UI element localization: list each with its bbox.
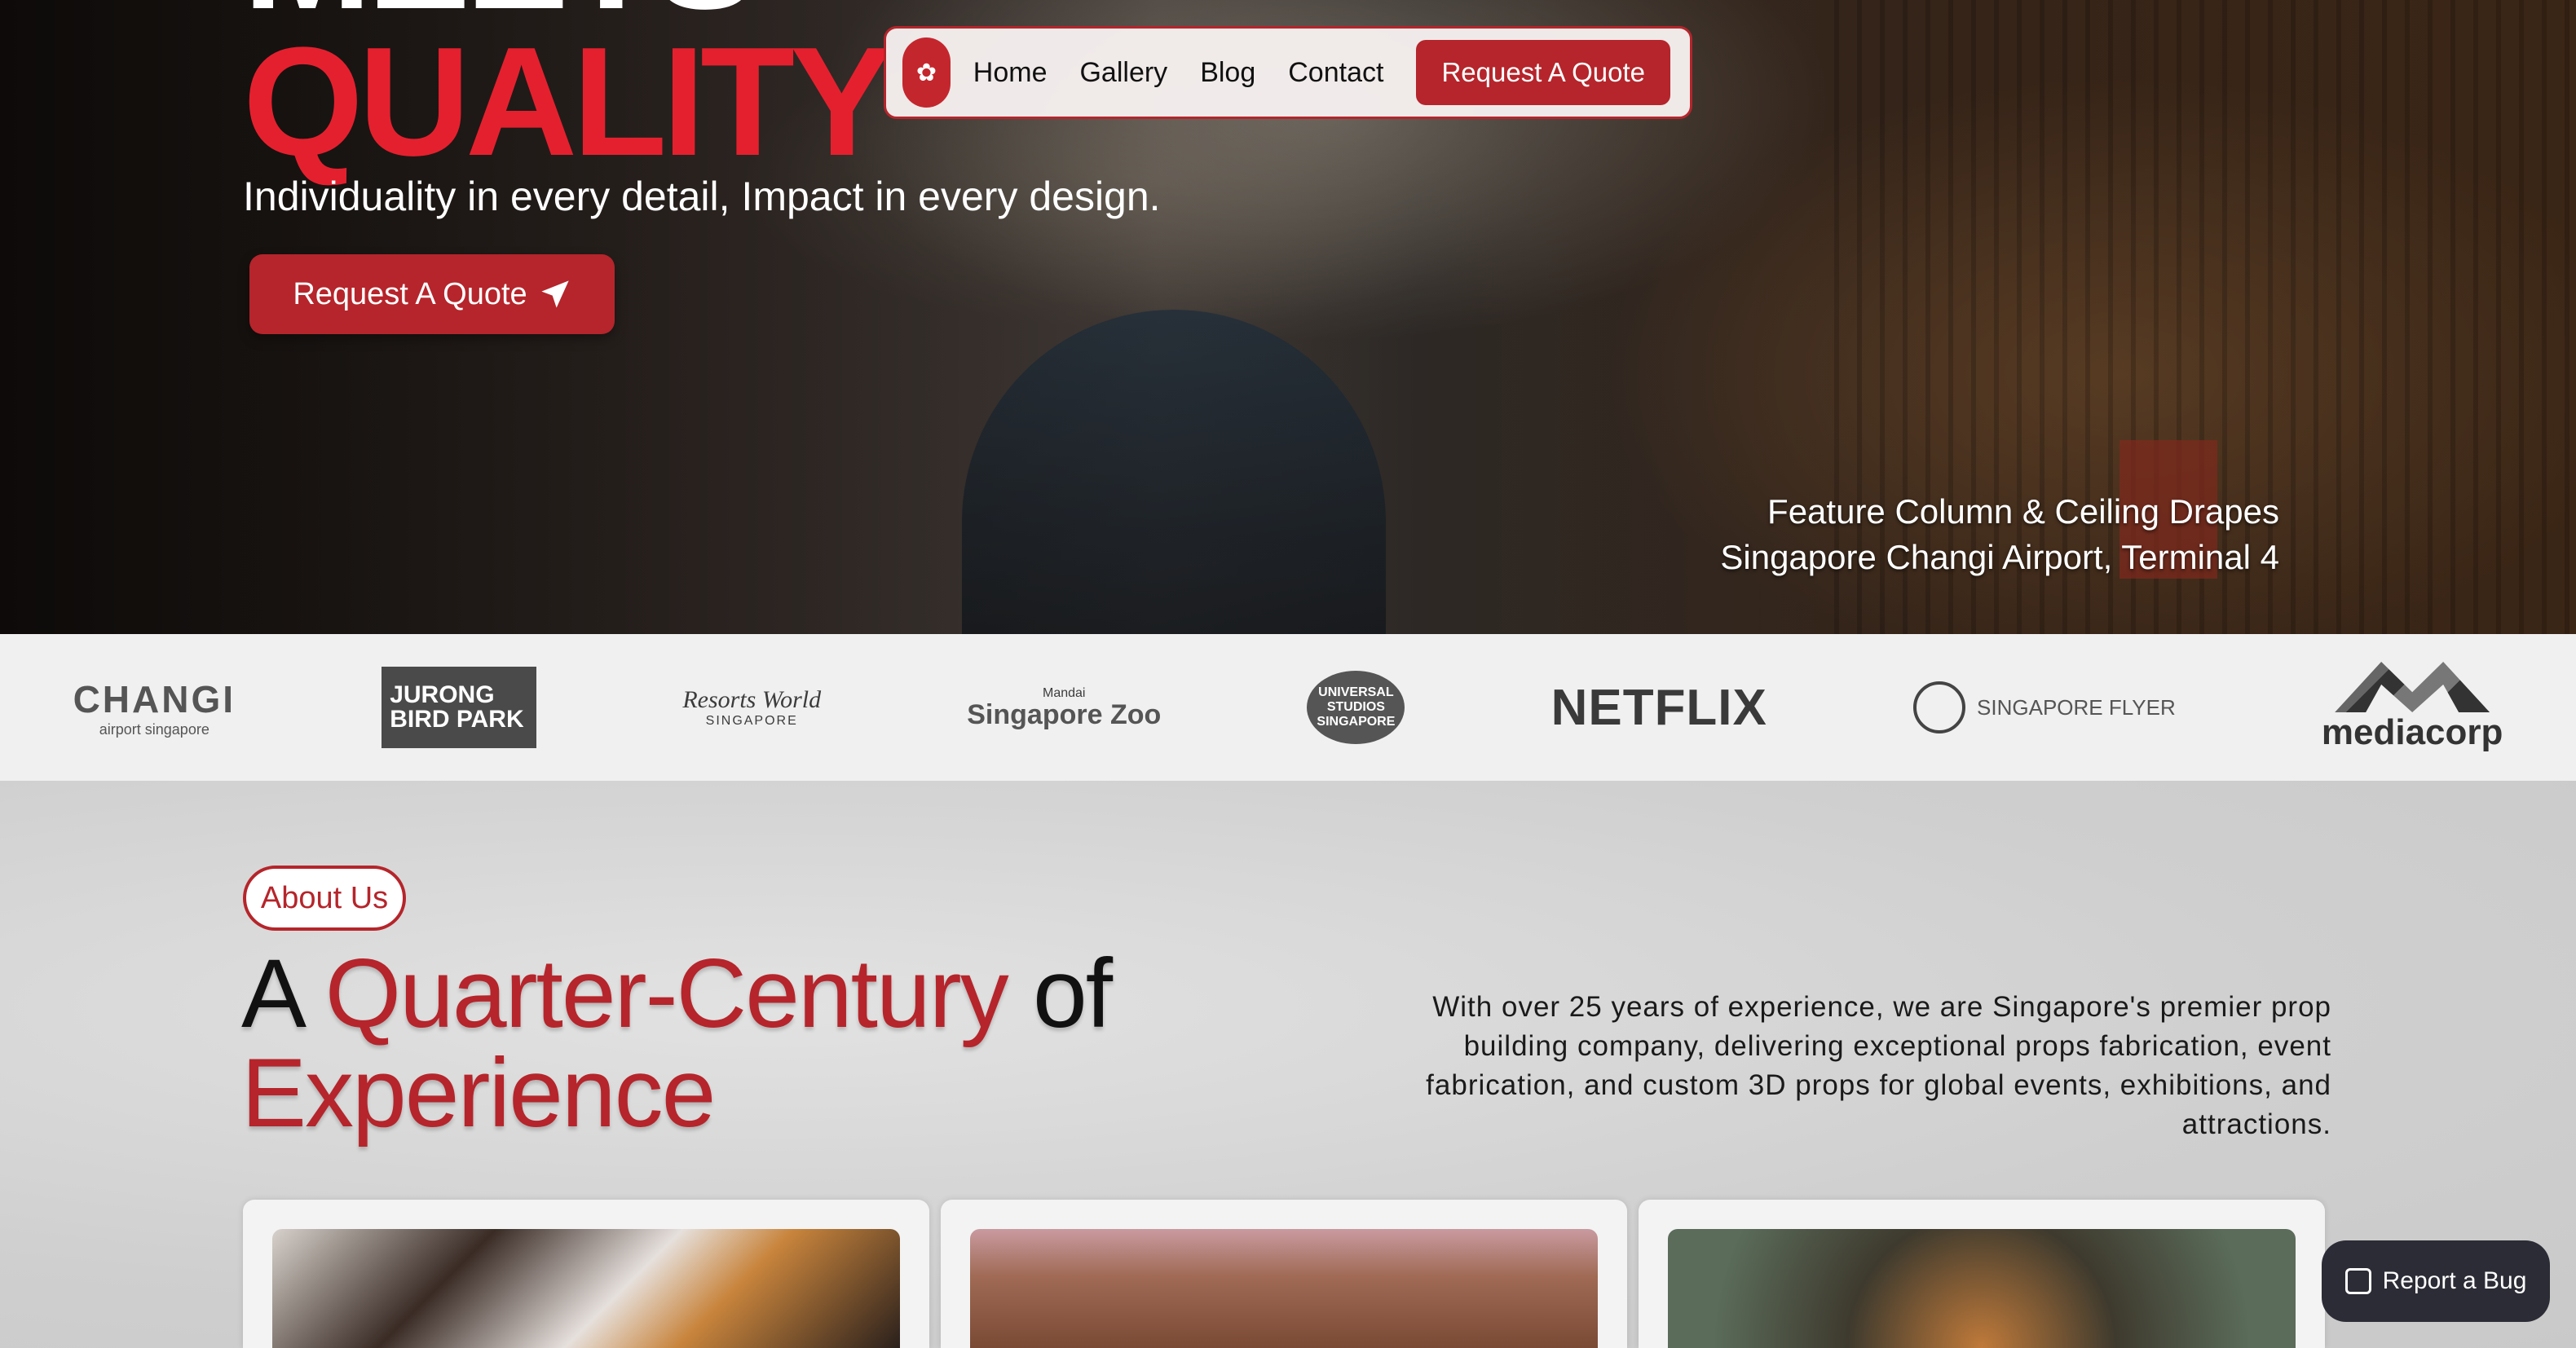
nav-home[interactable]: Home bbox=[973, 57, 1048, 89]
hero-tagline: Individuality in every detail, Impact in… bbox=[243, 174, 1161, 219]
changi-logo: CHANGI airport singapore bbox=[73, 677, 236, 738]
mediacorp-mark-icon bbox=[2335, 662, 2490, 712]
nav-request-quote-button[interactable]: Request A Quote bbox=[1416, 40, 1670, 105]
project-card[interactable] bbox=[1639, 1200, 2325, 1348]
about-section: About Us A Quarter-Century of Experience… bbox=[0, 781, 2576, 1348]
project-card[interactable] bbox=[941, 1200, 1627, 1348]
caption-location: Singapore Changi Airport, Terminal 4 bbox=[1720, 538, 2279, 576]
resorts-world-logo: Resorts World SINGAPORE bbox=[682, 686, 821, 729]
caption-title: Feature Column & Ceiling Drapes bbox=[1767, 492, 2279, 531]
about-body: With over 25 years of experience, we are… bbox=[1426, 991, 2331, 1140]
nav-contact[interactable]: Contact bbox=[1288, 57, 1383, 89]
singapore-flyer-logo: SINGAPORE FLYER bbox=[1913, 681, 2176, 733]
title-highlight-1: Quarter-Century bbox=[324, 939, 1009, 1048]
changi-name: CHANGI bbox=[73, 677, 236, 720]
title-highlight-2: Experience bbox=[241, 1038, 716, 1148]
rws-sub: SINGAPORE bbox=[705, 714, 798, 728]
mediacorp-logo: mediacorp bbox=[2322, 662, 2503, 753]
hero-headline: QUALITY bbox=[243, 15, 893, 188]
hero-cta-label: Request A Quote bbox=[293, 276, 527, 311]
about-title: A Quarter-Century of Experience bbox=[241, 944, 1113, 1143]
paper-plane-icon bbox=[540, 280, 569, 308]
client-logo-strip: CHANGI airport singapore JURONG BIRD PAR… bbox=[0, 634, 2576, 781]
report-bug-button[interactable]: Report a Bug bbox=[2322, 1240, 2550, 1322]
changi-sub: airport singapore bbox=[99, 720, 210, 738]
netflix-logo: NETFLIX bbox=[1550, 679, 1767, 736]
flyer-name: SINGAPORE FLYER bbox=[1977, 695, 2176, 720]
megaphone-icon bbox=[2344, 1268, 2371, 1294]
zoo-name: Singapore Zoo bbox=[967, 699, 1162, 730]
mediacorp-name: mediacorp bbox=[2321, 712, 2503, 752]
singapore-zoo-logo: Mandai Singapore Zoo bbox=[967, 686, 1161, 729]
hero-caption: Feature Column & Ceiling Drapes Singapor… bbox=[1720, 489, 2279, 580]
nav-blog[interactable]: Blog bbox=[1200, 57, 1255, 89]
project-image bbox=[272, 1229, 900, 1348]
title-a: A bbox=[241, 939, 325, 1048]
project-image bbox=[1668, 1229, 2296, 1348]
rws-name: Resorts World bbox=[682, 686, 822, 713]
nav-gallery[interactable]: Gallery bbox=[1079, 57, 1167, 89]
about-pill: About Us bbox=[243, 866, 406, 931]
universal-studios-logo: UNIVERSAL STUDIOS SINGAPORE bbox=[1307, 671, 1405, 744]
hero-request-quote-button[interactable]: Request A Quote bbox=[249, 254, 615, 334]
project-card[interactable] bbox=[243, 1200, 929, 1348]
project-image bbox=[970, 1229, 1598, 1348]
brand-seal-logo[interactable]: ✿ bbox=[902, 37, 951, 108]
report-bug-label: Report a Bug bbox=[2382, 1267, 2527, 1294]
title-of: of bbox=[1007, 939, 1113, 1048]
top-nav: ✿ Home Gallery Blog Contact Request A Qu… bbox=[884, 26, 1692, 119]
jurong-bird-park-logo: JURONG BIRD PARK bbox=[382, 667, 537, 748]
ferris-wheel-icon bbox=[1913, 681, 1966, 733]
